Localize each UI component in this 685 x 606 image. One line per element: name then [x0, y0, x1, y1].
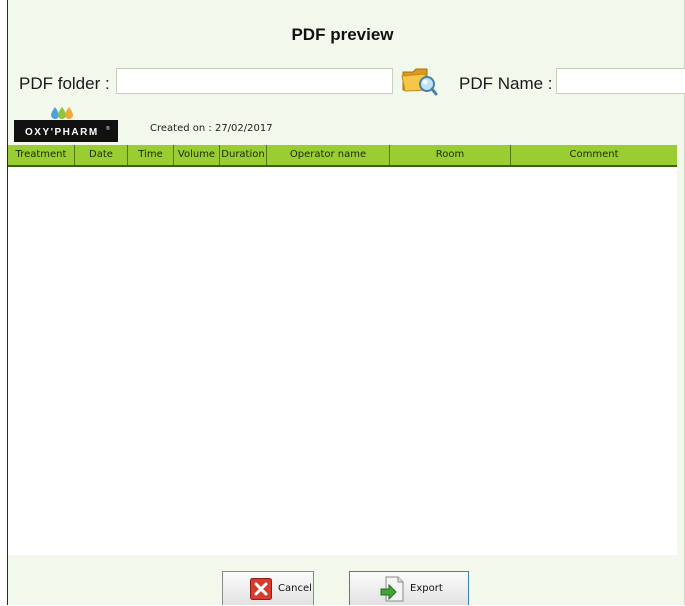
column-operator-name: Operator name	[267, 145, 390, 165]
pdf-preview-area: Treatment Date Time Volume Duration Oper…	[8, 145, 677, 555]
export-button-label: Export	[410, 583, 443, 594]
pdf-folder-input[interactable]	[116, 68, 393, 94]
created-on-date: 27/02/2017	[214, 123, 273, 134]
svg-text:®: ®	[106, 125, 110, 132]
column-date: Date	[75, 145, 128, 165]
column-treatment: Treatment	[8, 145, 75, 165]
pdf-name-label: PDF Name :	[459, 74, 553, 93]
pdf-folder-label: PDF folder :	[19, 74, 110, 93]
export-arrow-icon	[380, 576, 404, 602]
cancel-button-label: Cancel	[278, 583, 312, 594]
export-button[interactable]: Export	[349, 571, 469, 605]
column-room: Room	[390, 145, 511, 165]
cancel-button[interactable]: Cancel	[222, 571, 314, 605]
pdf-name-input[interactable]	[556, 68, 685, 94]
created-on-label: Created on :	[150, 123, 212, 134]
svg-text:OXY'PHARM: OXY'PHARM	[25, 127, 99, 138]
oxypharm-logo: OXY'PHARM ®	[14, 106, 118, 142]
created-on: Created on : 27/02/2017	[150, 123, 273, 134]
red-x-icon	[250, 577, 272, 600]
column-volume: Volume	[174, 145, 220, 165]
column-comment: Comment	[569, 149, 619, 160]
dialog-title: PDF preview	[291, 25, 394, 44]
folder-search-icon[interactable]	[400, 64, 438, 96]
table-header: Treatment Date Time Volume Duration Oper…	[8, 145, 677, 167]
column-time: Time	[128, 145, 174, 165]
column-duration: Duration	[220, 145, 267, 165]
